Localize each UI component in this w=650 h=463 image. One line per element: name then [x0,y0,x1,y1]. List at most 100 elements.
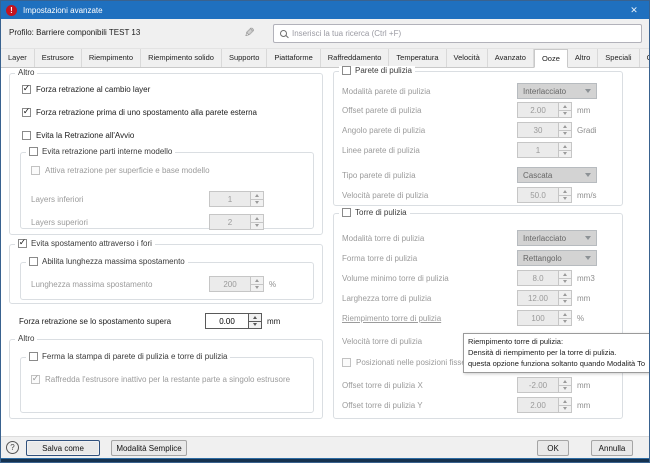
checkbox[interactable] [29,147,38,156]
tab-layer[interactable]: Layer [1,49,35,67]
setting-unit: mm [577,401,590,410]
tab-supporto[interactable]: Supporto [222,49,267,67]
setting-label: Lunghezza massima spostamento [31,280,152,289]
setting-label: Linee parete di pulizia [342,146,420,155]
setting-label: Velocità torre di pulizia [342,337,422,346]
setting-label: Forma torre di pulizia [342,254,417,263]
search-box[interactable] [273,24,642,43]
group-caption: Torre di pulizia [339,208,410,217]
spinner-down-icon [250,199,263,207]
title-bar: ! Impostazioni avanzate ✕ [1,1,649,19]
ok-button[interactable]: OK [537,440,569,456]
spinner-down-icon [558,385,571,393]
spinner-value: 2.00 [518,398,558,412]
tab-gcode[interactable]: GCode [640,49,650,67]
settings-content: Altro Forza retrazione al cambio layer F… [1,68,649,438]
setting-label: Offset torre di pulizia Y [342,401,423,410]
setting-row-tower-offset-y: Offset torre di pulizia Y 2.00 mm [334,397,622,413]
group-caption: Evita retrazione parti interne modello [26,147,175,156]
avoid-retraction-startup[interactable]: Evita la Retrazione all'Avvio [22,131,134,140]
checkbox[interactable] [29,257,38,266]
checkbox[interactable] [22,108,31,117]
spinner-down-icon [558,405,571,413]
dropdown: Cascata [517,167,597,183]
simple-mode-button[interactable]: Modalità Semplice [111,440,187,456]
spinner-down-icon[interactable] [248,321,261,329]
tab-speciali[interactable]: Speciali [598,49,639,67]
setting-label: Velocità parete di pulizia [342,191,428,200]
spinner-down-icon [558,195,571,203]
setting-row-tower-shape: Forma torre di pulizia Rettangolo [334,250,622,266]
tab-ooze[interactable]: Ooze [534,49,568,68]
group-caption-label: Parete di pulizia [355,66,412,75]
setting-row-tower-mode: Modalità torre di pulizia Interlacciato [334,230,622,246]
group-title: Altro [15,334,37,343]
spinner-arrows [558,378,571,392]
dropdown: Interlacciato [517,83,597,99]
spinner: 2 [209,214,264,230]
tab-estrusore[interactable]: Estrusore [35,49,82,67]
tab-raffreddamento[interactable]: Raffreddamento [321,49,390,67]
group-caption-label: Torre di pulizia [355,208,407,217]
checkbox[interactable] [342,208,351,217]
tab-velocità[interactable]: Velocità [447,49,488,67]
setting-unit: mm [577,106,590,115]
tab-bar: LayerEstrusoreRiempimentoRiempimento sol… [1,49,649,68]
tooltip-title: Riempimento torre di pulizia: [468,336,648,347]
cancel-button[interactable]: Annulla [591,440,633,456]
checkbox[interactable] [22,131,31,140]
checkbox[interactable] [342,66,351,75]
setting-row-tower-infill: Riempimento torre di pulizia 100 % [334,310,622,326]
checkbox[interactable] [29,352,38,361]
setting-row-wipe-wall-speed: Velocità parete di pulizia 50.0 mm/s [334,187,622,203]
setting-unit: Gradi [577,126,597,135]
spinner-value[interactable]: 0.00 [206,314,248,328]
tab-altro[interactable]: Altro [568,49,598,67]
checkbox [342,358,351,367]
group-caption-label: Ferma la stampa di parete di pulizia e t… [42,352,227,361]
tab-riempimento-solido[interactable]: Riempimento solido [141,49,222,67]
group-altro-1: Altro Forza retrazione al cambio layer F… [9,73,323,235]
tab-riempimento[interactable]: Riempimento [82,49,141,67]
checkbox-label: Forza retrazione al cambio layer [36,85,150,94]
enable-retraction-surface-base: Attiva retrazione per superficie e base … [31,166,210,175]
tab-temperatura[interactable]: Temperatura [389,49,446,67]
spinner-arrows [250,277,263,291]
checkbox[interactable] [22,85,31,94]
setting-unit: mm3 [577,274,595,283]
setting-label: Volume minimo torre di pulizia [342,274,449,283]
group-title: Altro [15,68,37,77]
setting-row-layers-superiori: Layers superiori 2 [21,214,313,230]
close-icon[interactable]: ✕ [619,1,649,19]
force-retraction-layer-change[interactable]: Forza retrazione al cambio layer [22,85,150,94]
app-logo-icon: ! [6,5,17,16]
group-wipe-wall: Parete di pulizia Modalità parete di pul… [333,71,623,206]
setting-label: Larghezza torre di pulizia [342,294,431,303]
spinner-arrows [250,215,263,229]
checkbox-label: Forza retrazione prima di uno spostament… [36,108,257,117]
spinner[interactable]: 0.00 [205,313,262,329]
setting-label: Tipo parete di pulizia [342,171,416,180]
setting-unit: mm [267,317,280,326]
spinner-value: 2 [210,215,250,229]
setting-label: Offset torre di pulizia X [342,381,423,390]
edit-pencil-icon[interactable]: ✎ [244,25,255,41]
footer-bar: ? Salva come Modalità Semplice OK Annull… [1,436,649,458]
checkbox[interactable] [18,239,27,248]
spinner-down-icon [558,318,571,326]
spinner-value: 12.00 [518,291,558,305]
spinner-arrows[interactable] [248,314,261,328]
checkbox-label: Raffredda l'estrusore inattivo per la re… [45,375,290,384]
help-icon[interactable]: ? [6,441,19,454]
spinner-arrows [558,291,571,305]
force-retraction-outer-wall[interactable]: Forza retrazione prima di uno spostament… [22,108,257,117]
dropdown: Interlacciato [517,230,597,246]
tab-avanzato[interactable]: Avanzato [488,49,534,67]
setting-row-wipe-wall-angle: Angolo parete di pulizia 30 Gradi [334,122,622,138]
spinner-down-icon [558,130,571,138]
tab-piattaforme[interactable]: Piattaforme [267,49,320,67]
spinner: 200 [209,276,264,292]
search-input[interactable] [292,29,635,38]
setting-label-hovered: Riempimento torre di pulizia [342,314,441,323]
save-as-button[interactable]: Salva come [26,440,100,456]
